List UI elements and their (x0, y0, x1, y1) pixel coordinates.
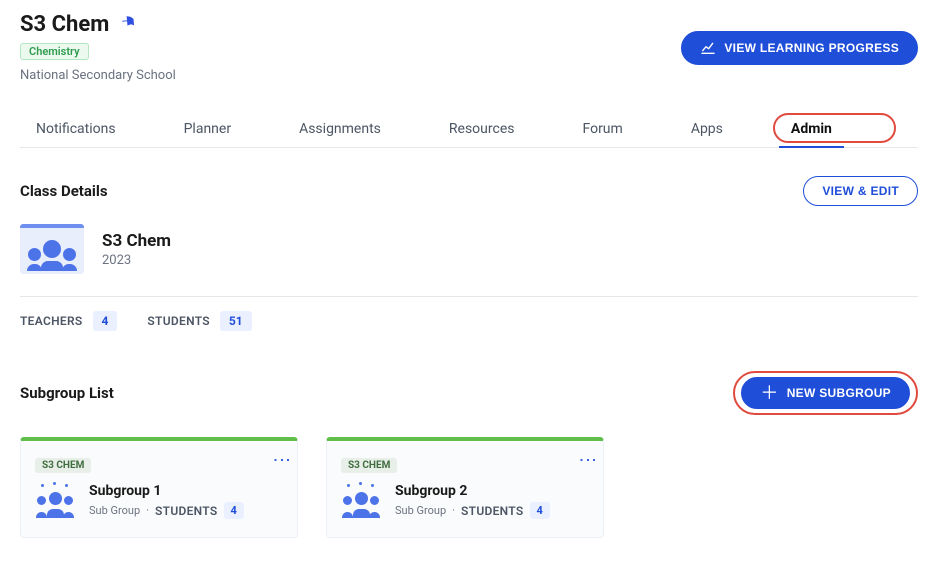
view-learning-progress-button[interactable]: VIEW LEARNING PROGRESS (681, 31, 918, 65)
subgroup-students-count: 4 (224, 502, 244, 519)
class-details-title: Class Details (20, 182, 108, 200)
tabs: Notifications Planner Assignments Resour… (20, 111, 918, 148)
students-count-badge: 51 (220, 311, 252, 331)
subgroup-icon (341, 484, 381, 518)
plus-icon: ＋ (760, 387, 778, 399)
subgroup-cards: S3 CHEM ⋮ Subgroup 1 Sub Group · STUDENT… (20, 437, 918, 538)
teachers-count-badge: 4 (93, 311, 118, 331)
subgroup-name: Subgroup 2 (395, 483, 550, 499)
chart-line-icon (700, 40, 716, 56)
subgroup-students-label: STUDENTS (461, 504, 524, 518)
tab-assignments[interactable]: Assignments (295, 111, 385, 147)
subgroup-students-label: STUDENTS (155, 504, 218, 518)
teachers-count[interactable]: TEACHERS 4 (20, 311, 117, 331)
more-menu-icon[interactable]: ⋮ (581, 451, 593, 469)
class-details-section: Class Details VIEW & EDIT S3 Chem 2023 T… (20, 176, 918, 331)
page-title: S3 Chem (20, 12, 109, 37)
subgroup-list-title: Subgroup List (20, 384, 114, 402)
view-learning-progress-label: VIEW LEARNING PROGRESS (724, 41, 899, 55)
students-label: STUDENTS (147, 314, 210, 328)
subgroup-chip: S3 CHEM (341, 458, 397, 473)
tab-admin[interactable]: Admin (787, 111, 836, 147)
pin-icon[interactable] (114, 11, 140, 37)
subgroup-name: Subgroup 1 (89, 483, 244, 499)
subject-badge: Chemistry (20, 43, 89, 60)
class-name: S3 Chem (102, 231, 171, 251)
subgroup-card[interactable]: S3 CHEM ⋮ Subgroup 1 Sub Group · STUDENT… (20, 437, 298, 538)
new-subgroup-button[interactable]: ＋ NEW SUBGROUP (741, 377, 910, 409)
tab-apps[interactable]: Apps (687, 111, 727, 147)
class-year: 2023 (102, 253, 171, 268)
school-name: National Secondary School (20, 68, 176, 83)
students-count[interactable]: STUDENTS 51 (147, 311, 251, 331)
subgroup-icon (35, 484, 75, 518)
more-menu-icon[interactable]: ⋮ (275, 451, 287, 469)
class-group-icon (20, 224, 84, 274)
tab-notifications[interactable]: Notifications (32, 111, 120, 147)
tab-forum[interactable]: Forum (578, 111, 626, 147)
view-edit-button[interactable]: VIEW & EDIT (803, 176, 918, 206)
new-subgroup-label: NEW SUBGROUP (787, 386, 891, 400)
subgroup-students-count: 4 (530, 502, 550, 519)
subgroup-card[interactable]: S3 CHEM ⋮ Subgroup 2 Sub Group · STUDENT… (326, 437, 604, 538)
teachers-label: TEACHERS (20, 314, 83, 328)
subgroup-chip: S3 CHEM (35, 458, 91, 473)
tab-resources[interactable]: Resources (445, 111, 519, 147)
tab-planner[interactable]: Planner (180, 111, 235, 147)
subgroup-type-label: Sub Group (395, 504, 446, 517)
subgroup-type-label: Sub Group (89, 504, 140, 517)
